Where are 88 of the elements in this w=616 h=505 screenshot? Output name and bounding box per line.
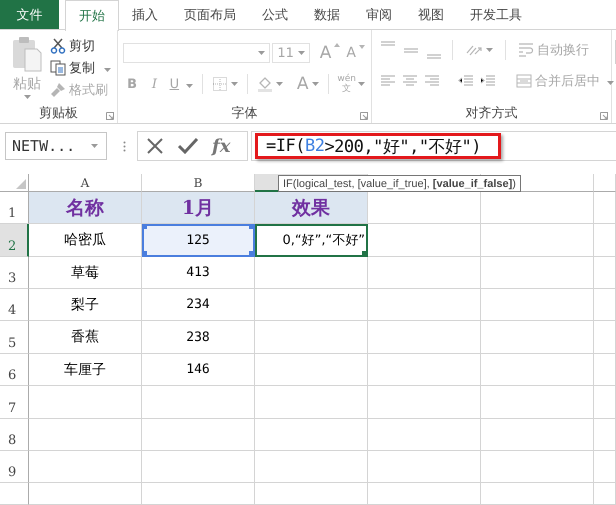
column-header[interactable]: A — [29, 174, 142, 192]
ribbon-tab[interactable]: 页面布局 — [171, 0, 249, 29]
table-cell — [594, 483, 616, 505]
caret-icon — [276, 82, 283, 86]
header-cell: 1月 — [142, 192, 255, 224]
merge-cells-icon — [516, 74, 532, 88]
decrease-indent-icon — [458, 74, 474, 88]
row-header[interactable]: 8 — [0, 419, 29, 451]
brush-icon — [50, 82, 66, 98]
caret-up-icon — [334, 43, 340, 47]
table-cell — [594, 419, 616, 451]
caret-icon — [486, 48, 493, 52]
table-cell — [594, 257, 616, 289]
name-box[interactable]: NETW... — [5, 132, 107, 160]
table-cell: 0,“好”,“不好” — [255, 224, 368, 257]
caret-icon — [298, 51, 305, 55]
table-cell — [594, 386, 616, 419]
ribbon-tab[interactable]: 公式 — [249, 0, 301, 29]
caret-icon — [358, 82, 365, 86]
align-left-icon — [380, 74, 396, 88]
table-cell — [594, 451, 616, 483]
caret-icon — [24, 95, 30, 99]
borders-icon — [212, 76, 228, 92]
scissors-icon — [50, 38, 66, 54]
row-header[interactable]: 4 — [0, 289, 29, 321]
align-right-icon — [424, 74, 440, 88]
table-cell: 238 — [142, 321, 255, 354]
row-header[interactable]: 6 — [0, 354, 29, 386]
grip-icon[interactable] — [123, 140, 126, 152]
paint-bucket-icon — [256, 76, 273, 92]
table-cell — [594, 224, 616, 257]
table-cell — [594, 289, 616, 321]
column-header[interactable]: B — [142, 174, 255, 192]
caret-icon — [312, 82, 318, 86]
phonetic-text: 文 — [342, 84, 352, 94]
table-cell — [594, 354, 616, 386]
ribbon-tab[interactable]: 插入 — [119, 0, 171, 29]
caret-icon — [104, 68, 111, 72]
align-bottom-icon — [426, 54, 442, 59]
caret-icon — [258, 51, 266, 55]
table-cell: 香蕉 — [29, 321, 142, 354]
row-header[interactable]: 5 — [0, 321, 29, 354]
row-header[interactable]: 9 — [0, 451, 29, 483]
table-cell: 146 — [142, 354, 255, 386]
table-cell — [594, 321, 616, 354]
ribbon-tab[interactable]: 审阅 — [353, 0, 405, 29]
group-label: 对齐方式 — [466, 105, 518, 122]
table-cell — [594, 192, 616, 224]
insert-function-button[interactable]: fx — [212, 136, 230, 156]
header-cell: 效果 — [255, 192, 368, 224]
table-cell: 草莓 — [29, 257, 142, 289]
file-tab[interactable]: 文件 — [0, 0, 59, 29]
cancel-icon[interactable] — [146, 137, 164, 155]
caret-icon — [91, 144, 98, 148]
row-header[interactable]: 7 — [0, 386, 29, 419]
align-center-icon — [402, 74, 418, 88]
group-label: 字体 — [232, 105, 258, 122]
check-icon[interactable] — [178, 138, 198, 154]
row-header[interactable]: 3 — [0, 257, 29, 289]
increase-indent-icon — [480, 74, 496, 88]
clipboard-icon — [11, 35, 43, 73]
caret-icon — [186, 84, 194, 88]
table-cell: 413 — [142, 257, 255, 289]
caret-icon — [607, 80, 614, 84]
ribbon-tab[interactable]: 开始 — [65, 0, 119, 31]
formula-field[interactable]: =IF(B2>200,"好","不好") — [251, 131, 616, 161]
table-cell: 125 — [142, 224, 255, 257]
table-cell: 梨子 — [29, 289, 142, 321]
table-cell: 车厘子 — [29, 354, 142, 386]
header-cell: 名称 — [29, 192, 142, 224]
ribbon-tab[interactable]: 开发工具 — [457, 0, 535, 29]
ribbon-tab[interactable]: 数据 — [301, 0, 353, 29]
phonetic-text: wén — [337, 74, 356, 84]
align-middle-icon — [403, 48, 419, 52]
copy-icon — [50, 60, 66, 76]
row-header[interactable]: 2 — [0, 224, 29, 257]
select-all-icon[interactable] — [16, 179, 26, 189]
formula-text: =IF(B2>200,"好","不好") — [255, 133, 501, 159]
diagonal-text-icon — [465, 43, 483, 57]
table-cell: 234 — [142, 289, 255, 321]
align-top-icon — [380, 41, 396, 46]
caret-icon — [230, 82, 238, 86]
row-header[interactable] — [0, 483, 29, 505]
wrap-text-icon — [518, 43, 534, 57]
function-tooltip: IF(logical_test, [value_if_true], [value_if_false]) — [278, 175, 521, 192]
ribbon-tab[interactable]: 视图 — [405, 0, 457, 29]
caret-icon — [359, 45, 365, 49]
group-label: 剪贴板 — [39, 105, 78, 122]
